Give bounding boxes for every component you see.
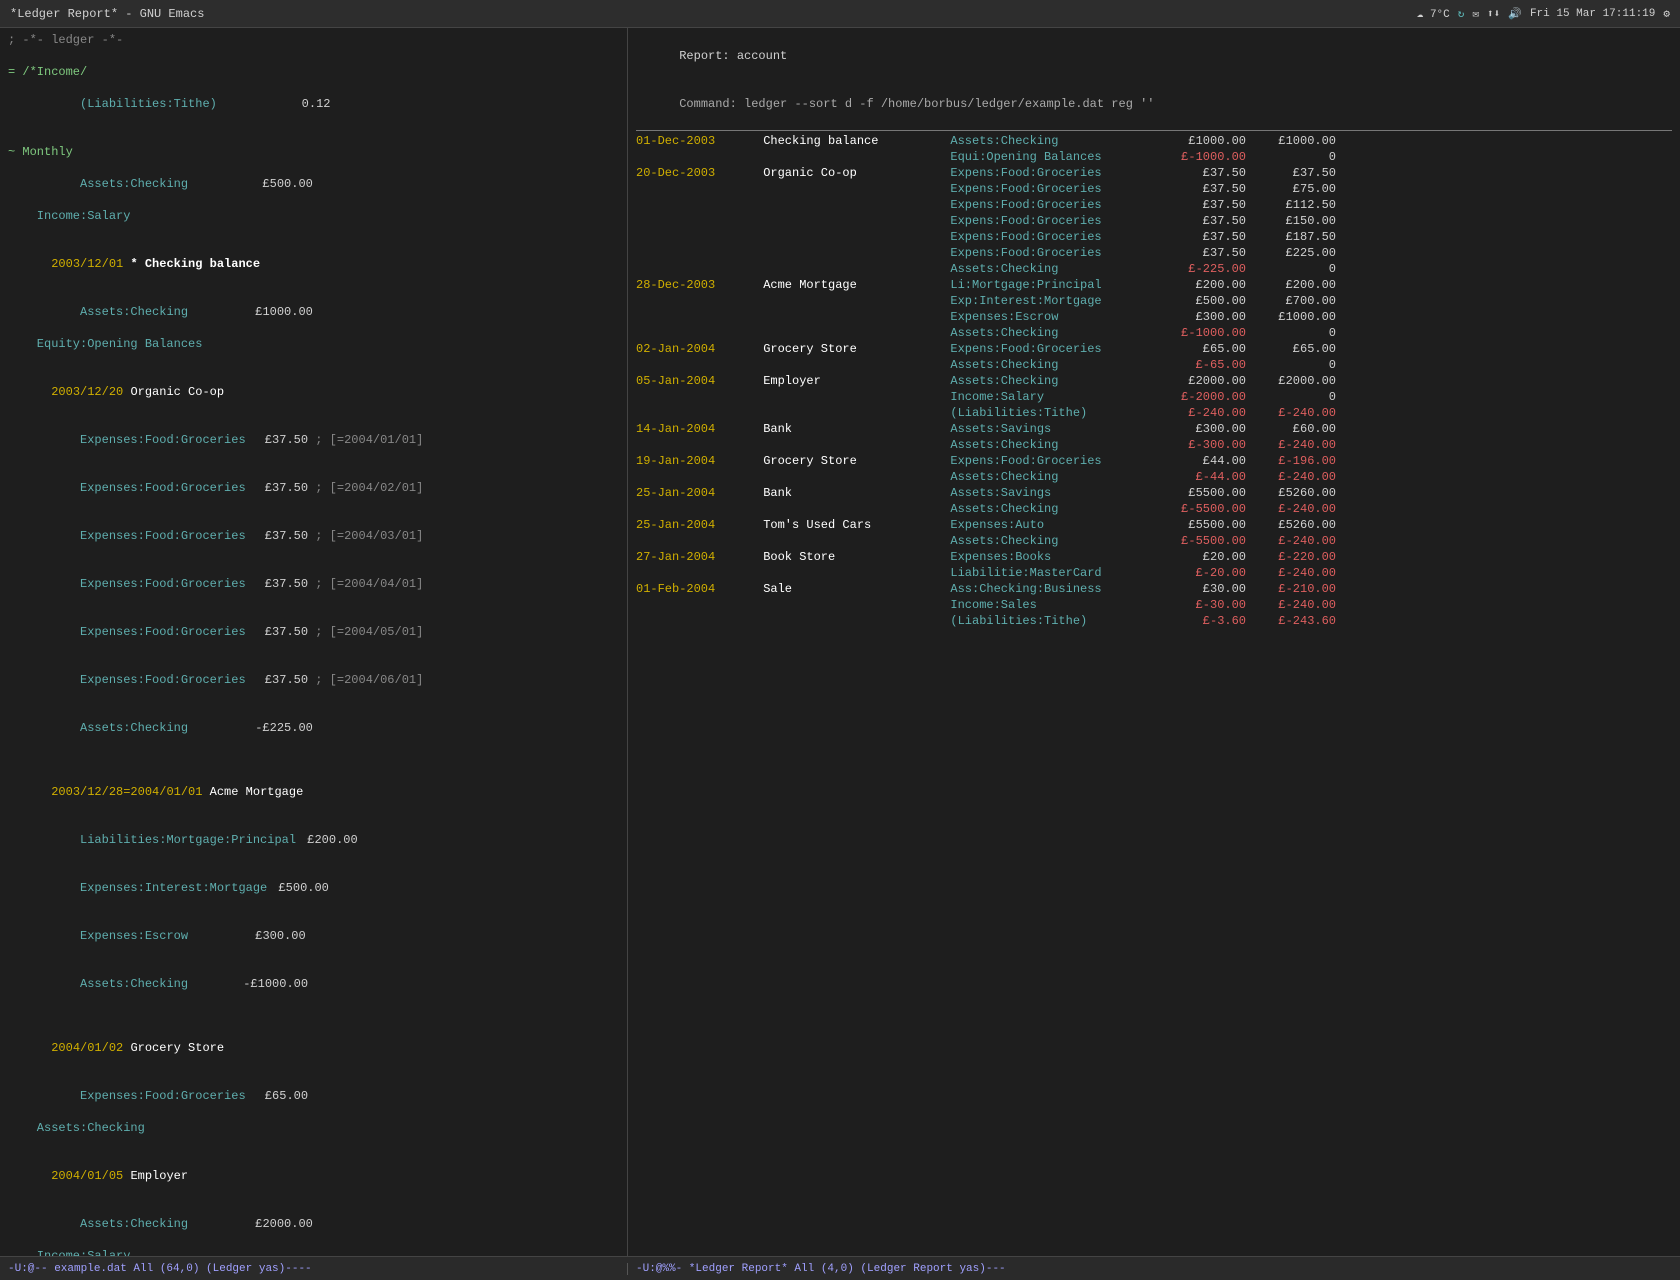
- titlebar: *Ledger Report* - GNU Emacs ☁ 7°C ↻ ✉ ⬆⬇…: [0, 0, 1680, 28]
- left-pane[interactable]: ; -*- ledger -*- = /*Income/ (Liabilitie…: [0, 28, 628, 1256]
- report-row: 20-Dec-2003 Organic Co-op Expens:Food:Gr…: [636, 165, 1672, 181]
- report-row: Assets:Checking £-1000.00 0: [636, 325, 1672, 341]
- report-row: Expens:Food:Groceries £37.50 £150.00: [636, 213, 1672, 229]
- blank-line: [8, 48, 619, 64]
- blank7: [8, 1136, 619, 1152]
- checking-monthly: Assets:Checking £500.00: [8, 160, 619, 208]
- blank5: [8, 752, 619, 768]
- report-row: Assets:Checking £-5500.00 £-240.00: [636, 533, 1672, 549]
- report-row: 14-Jan-2004 Bank Assets:Savings £300.00 …: [636, 421, 1672, 437]
- tx-20031228-e2: Expenses:Interest:Mortgage £500.00: [8, 864, 619, 912]
- report-row: Equi:Opening Balances £-1000.00 0: [636, 149, 1672, 165]
- tx-20031220-e6: Expenses:Food:Groceries £37.50 ; [=2004/…: [8, 656, 619, 704]
- report-row: 25-Jan-2004 Tom's Used Cars Expenses:Aut…: [636, 517, 1672, 533]
- refresh-icon: ↻: [1458, 7, 1465, 21]
- right-pane: Report: account Command: ledger --sort d…: [628, 28, 1680, 1256]
- datetime-display: Fri 15 Mar 17:11:19: [1530, 8, 1655, 20]
- tx-20040105-e2: Income:Salary: [8, 1248, 619, 1256]
- report-row: Exp:Interest:Mortgage £500.00 £700.00: [636, 293, 1672, 309]
- report-row: Income:Salary £-2000.00 0: [636, 389, 1672, 405]
- blank6: [8, 1008, 619, 1024]
- report-row: 25-Jan-2004 Bank Assets:Savings £5500.00…: [636, 485, 1672, 501]
- report-row: Assets:Checking £-225.00 0: [636, 261, 1672, 277]
- statusbar-left: -U:@-- example.dat All (64,0) (Ledger ya…: [0, 1263, 628, 1275]
- blank2: [8, 128, 619, 144]
- report-row: Liabilitie:MasterCard £-20.00 £-240.00: [636, 565, 1672, 581]
- ledger-header-comment: ; -*- ledger -*-: [8, 32, 619, 48]
- report-row: 28-Dec-2003 Acme Mortgage Li:Mortgage:Pr…: [636, 277, 1672, 293]
- tx-20040105-e1: Assets:Checking £2000.00: [8, 1200, 619, 1248]
- income-salary: Income:Salary: [8, 208, 619, 224]
- report-row: Expenses:Escrow £300.00 £1000.00: [636, 309, 1672, 325]
- statusbar-right: -U:@%%- *Ledger Report* All (4,0) (Ledge…: [628, 1263, 1680, 1275]
- tx-20040102: 2004/01/02 Grocery Store: [8, 1024, 619, 1072]
- income-directive: = /*Income/: [8, 64, 619, 80]
- blank3: [8, 224, 619, 240]
- volume-icon: 🔊: [1508, 7, 1522, 21]
- report-row: 27-Jan-2004 Book Store Expenses:Books £2…: [636, 549, 1672, 565]
- tx-20031220-e7: Assets:Checking -£225.00: [8, 704, 619, 752]
- report-row: 19-Jan-2004 Grocery Store Expens:Food:Gr…: [636, 453, 1672, 469]
- email-icon: ✉: [1472, 7, 1479, 21]
- report-row: Assets:Checking £-300.00 £-240.00: [636, 437, 1672, 453]
- monthly-directive: ~ Monthly: [8, 144, 619, 160]
- tx-20040102-e1: Expenses:Food:Groceries £65.00: [8, 1072, 619, 1120]
- main-area: ; -*- ledger -*- = /*Income/ (Liabilitie…: [0, 28, 1680, 1256]
- network-icon: ⬆⬇: [1487, 7, 1500, 21]
- tx-20031228-e4: Assets:Checking -£1000.00: [8, 960, 619, 1008]
- tithe-entry: (Liabilities:Tithe) 0.12: [8, 80, 619, 128]
- titlebar-right: ☁ 7°C ↻ ✉ ⬆⬇ 🔊 Fri 15 Mar 17:11:19 ⚙: [1417, 7, 1670, 21]
- tx-20031220-e4: Expenses:Food:Groceries £37.50 ; [=2004/…: [8, 560, 619, 608]
- statusbar-left-text: -U:@-- example.dat All (64,0) (Ledger ya…: [8, 1263, 312, 1275]
- report-content: 01-Dec-2003 Checking balance Assets:Chec…: [636, 133, 1672, 629]
- tx-20040102-e2: Assets:Checking: [8, 1120, 619, 1136]
- tx-20040105: 2004/01/05 Employer: [8, 1152, 619, 1200]
- report-row: Expens:Food:Groceries £37.50 £187.50: [636, 229, 1672, 245]
- tx-20031220-e1: Expenses:Food:Groceries £37.50 ; [=2004/…: [8, 416, 619, 464]
- statusbar: -U:@-- example.dat All (64,0) (Ledger ya…: [0, 1256, 1680, 1280]
- tx-20031228-e1: Liabilities:Mortgage:Principal £200.00: [8, 816, 619, 864]
- report-row: Expens:Food:Groceries £37.50 £225.00: [636, 245, 1672, 261]
- report-row: Expens:Food:Groceries £37.50 £75.00: [636, 181, 1672, 197]
- report-row: Income:Sales £-30.00 £-240.00: [636, 597, 1672, 613]
- report-command: Command: ledger --sort d -f /home/borbus…: [636, 80, 1672, 128]
- report-row: (Liabilities:Tithe) £-240.00 £-240.00: [636, 405, 1672, 421]
- tx-20031220-e3: Expenses:Food:Groceries £37.50 ; [=2004/…: [8, 512, 619, 560]
- weather-display: ☁ 7°C: [1417, 7, 1450, 21]
- tx-20031228-e3: Expenses:Escrow £300.00: [8, 912, 619, 960]
- tx-20031220-e2: Expenses:Food:Groceries £37.50 ; [=2004/…: [8, 464, 619, 512]
- window-title: *Ledger Report* - GNU Emacs: [10, 7, 204, 21]
- report-row: Expens:Food:Groceries £37.50 £112.50: [636, 197, 1672, 213]
- report-row: 01-Feb-2004 Sale Ass:Checking:Business £…: [636, 581, 1672, 597]
- report-header: Report: account: [636, 32, 1672, 80]
- tx-20031220: 2003/12/20 Organic Co-op: [8, 368, 619, 416]
- tx-20031201-e1: Assets:Checking £1000.00: [8, 288, 619, 336]
- tx-20031201: 2003/12/01 * Checking balance: [8, 240, 619, 288]
- report-divider: [636, 130, 1672, 131]
- report-row: Assets:Checking £-5500.00 £-240.00: [636, 501, 1672, 517]
- tx-20031220-e5: Expenses:Food:Groceries £37.50 ; [=2004/…: [8, 608, 619, 656]
- report-row: 01-Dec-2003 Checking balance Assets:Chec…: [636, 133, 1672, 149]
- report-row: (Liabilities:Tithe) £-3.60 £-243.60: [636, 613, 1672, 629]
- statusbar-right-text: -U:@%%- *Ledger Report* All (4,0) (Ledge…: [636, 1263, 1006, 1275]
- report-row: 05-Jan-2004 Employer Assets:Checking £20…: [636, 373, 1672, 389]
- tx-20031228: 2003/12/28=2004/01/01 Acme Mortgage: [8, 768, 619, 816]
- tx-20031201-e2: Equity:Opening Balances: [8, 336, 619, 352]
- blank4: [8, 352, 619, 368]
- settings-icon[interactable]: ⚙: [1663, 7, 1670, 21]
- report-row: Assets:Checking £-65.00 0: [636, 357, 1672, 373]
- report-row: Assets:Checking £-44.00 £-240.00: [636, 469, 1672, 485]
- report-row: 02-Jan-2004 Grocery Store Expens:Food:Gr…: [636, 341, 1672, 357]
